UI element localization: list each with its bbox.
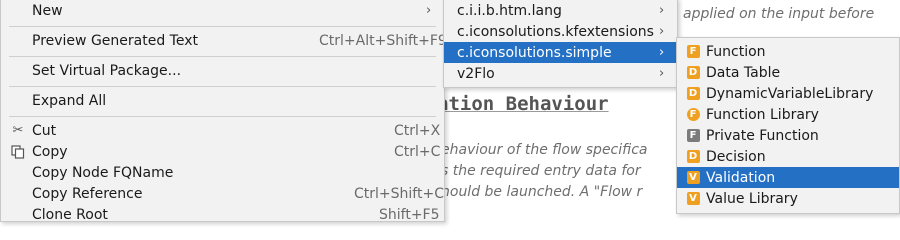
copy-icon [10,144,26,160]
menu-item-copy-node-fqname[interactable]: Copy Node FQName [1,162,444,183]
concept-item-function-library[interactable]: F Function Library [677,104,899,125]
submenu-item-label: c.iconsolutions.kfextensions [457,23,654,40]
concept-item-label: Decision [706,148,766,165]
submenu-item-label: c.i.i.b.htm.lang [457,2,562,19]
doc-text-line-3: hould be launched. A "Flow r [441,184,643,200]
value-library-concept-icon: V [685,191,701,207]
concept-item-label: Value Library [706,190,798,207]
chevron-right-icon: › [426,3,432,18]
concept-item-label: Private Function [706,127,819,144]
submenu-item-label: c.iconsolutions.simple [457,44,612,61]
menu-item-label: Copy Reference [32,185,143,202]
chevron-right-icon: › [659,45,665,60]
concept-item-label: Function Library [706,106,819,123]
menu-item-set-virtual-package[interactable]: Set Virtual Package... [1,60,444,81]
menu-item-label: Copy [32,143,68,160]
menu-item-label: Preview Generated Text [32,32,198,49]
data-table-concept-icon: D [685,65,701,81]
menu-separator [9,26,436,27]
validation-concept-icon: V [685,170,701,186]
private-function-concept-icon: F [685,128,701,144]
context-menu: New › Preview Generated Text Ctrl+Alt+Sh… [0,0,447,225]
menu-item-label: Clone Root [32,206,108,223]
menu-item-label: Expand All [32,92,107,109]
menu-item-preview-generated-text[interactable]: Preview Generated Text Ctrl+Alt+Shift+F9 [1,30,447,51]
menu-item-shortcut: Ctrl+Shift+C [354,185,444,202]
concept-item-label: Validation [706,169,776,186]
submenu-item-htm-lang[interactable]: c.i.i.b.htm.lang › [444,0,677,21]
menu-item-clone-root[interactable]: Clone Root Shift+F5 [1,204,444,225]
menu-item-copy-reference[interactable]: Copy Reference Ctrl+Shift+C [1,183,444,204]
chevron-right-icon: › [659,3,665,18]
menu-item-expand-all[interactable]: Expand All [1,90,444,111]
menu-item-shortcut: Ctrl+C [394,143,441,160]
function-library-concept-icon: F [685,107,701,123]
function-concept-icon: F [685,44,701,60]
menu-item-shortcut: Ctrl+Alt+Shift+F9 [319,32,447,49]
menu-item-label: New [32,2,63,19]
submenu-item-v2flo[interactable]: v2Flo › [444,63,677,84]
menu-item-new[interactable]: New › [1,0,444,21]
concept-item-function[interactable]: F Function [677,41,899,62]
menu-item-cut[interactable]: ✂ Cut Ctrl+X [1,120,444,141]
new-submenu: c.i.i.b.htm.lang › c.iconsolutions.kfext… [443,0,678,88]
concept-item-label: Data Table [706,64,781,81]
menu-item-copy[interactable]: Copy Ctrl+C [1,141,444,162]
doc-text-line-top: applied on the input before [683,6,875,22]
concept-item-label: Function [706,43,766,60]
menu-separator [9,56,436,57]
decision-concept-icon: D [685,149,701,165]
concept-item-decision[interactable]: D Decision [677,146,899,167]
submenu-item-label: v2Flo [457,65,495,82]
menu-item-label: Cut [32,122,57,139]
submenu-item-kfextensions[interactable]: c.iconsolutions.kfextensions › [444,21,677,42]
submenu-item-simple[interactable]: c.iconsolutions.simple › [444,42,677,63]
concept-item-validation[interactable]: V Validation [677,167,899,188]
chevron-right-icon: › [659,66,665,81]
menu-item-label: Copy Node FQName [32,164,174,181]
concept-item-value-library[interactable]: V Value Library [677,188,899,209]
dynamic-variable-library-concept-icon: D [685,86,701,102]
doc-section-heading: ation Behaviour [437,93,609,115]
menu-item-label: Set Virtual Package... [32,62,182,79]
concept-item-label: DynamicVariableLibrary [706,85,874,102]
menu-item-shortcut: Ctrl+X [394,122,441,139]
concept-submenu: F Function D Data Table D DynamicVariabl… [676,37,900,214]
concept-item-dynamic-variable-library[interactable]: D DynamicVariableLibrary [677,83,899,104]
menu-item-shortcut: Shift+F5 [379,206,440,223]
chevron-right-icon: › [659,24,665,39]
scissors-icon: ✂ [12,123,24,138]
concept-item-data-table[interactable]: D Data Table [677,62,899,83]
menu-separator [9,86,436,87]
menu-separator [9,116,436,117]
doc-text-line-2: s the required entry data for [441,163,641,179]
doc-text-line-1: ehaviour of the flow specifica [441,142,648,158]
concept-item-private-function[interactable]: F Private Function [677,125,899,146]
